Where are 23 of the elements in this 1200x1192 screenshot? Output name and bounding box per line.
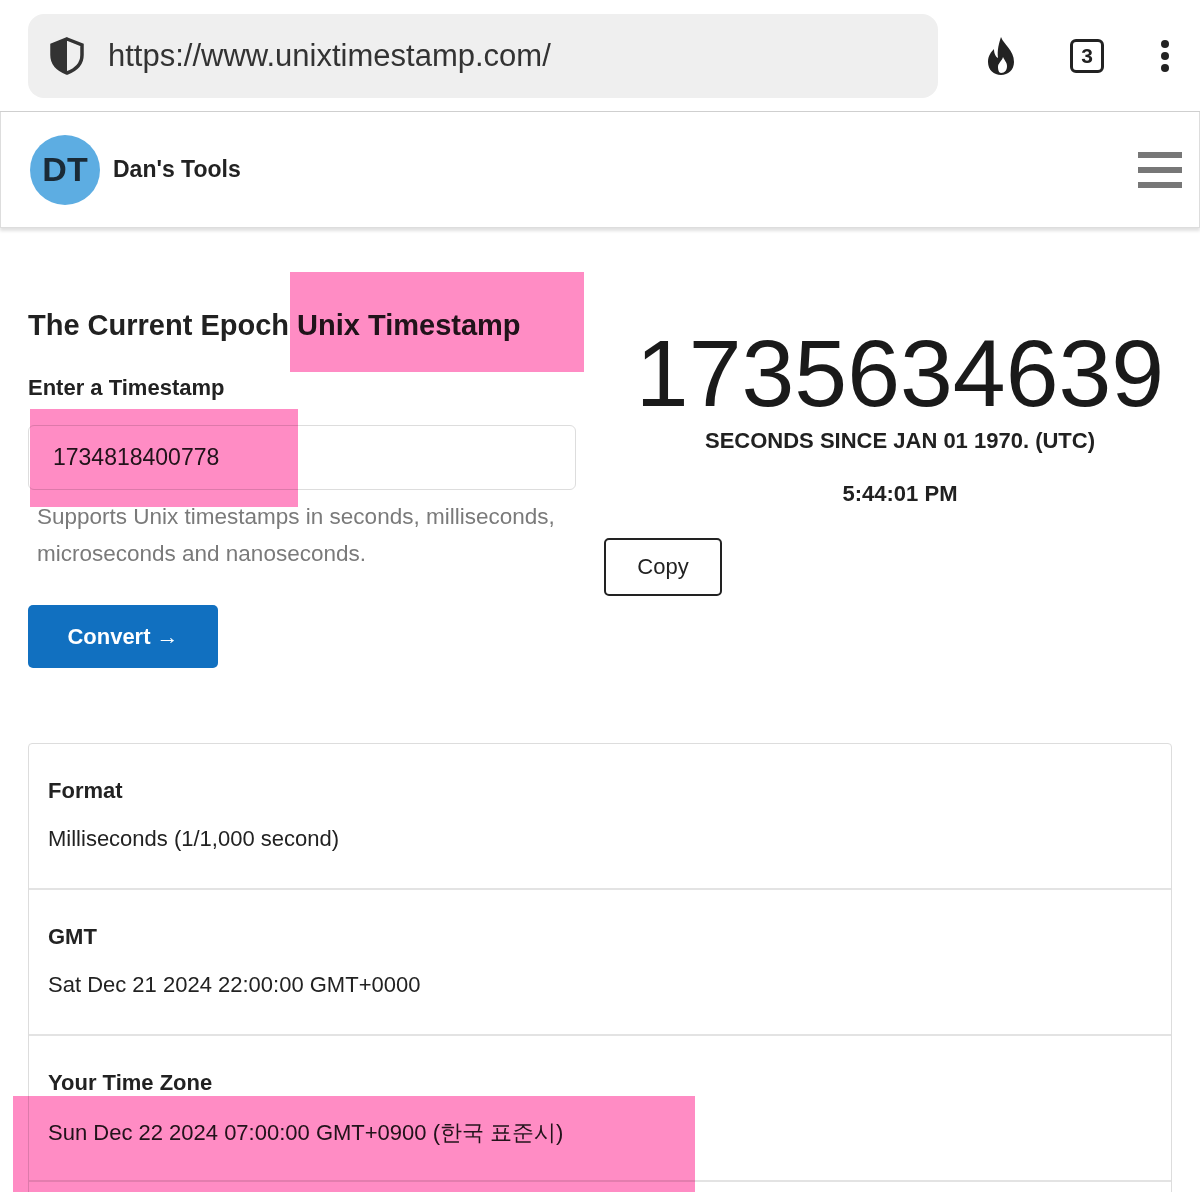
more-menu-icon[interactable] [1160, 38, 1170, 73]
current-timestamp: 1735634639 [635, 319, 1165, 428]
site-logo[interactable]: DT [30, 134, 100, 205]
menu-icon[interactable] [1138, 150, 1182, 189]
url-text[interactable]: https://www.unixtimestamp.com/ [108, 37, 551, 74]
page-heading: The Current Epoch Unix Timestamp [28, 308, 522, 342]
timestamp-input[interactable]: 1734818400778 [28, 425, 576, 490]
result-label: Format [48, 778, 124, 804]
input-label: Enter a Timestamp [28, 375, 226, 401]
site-name[interactable]: Dan's Tools [113, 156, 241, 183]
result-value: Sun Dec 22 2024 07:00:00 GMT+0900 (한국 표준시) [48, 1119, 564, 1147]
result-label: Your Time Zone [48, 1070, 214, 1096]
shield-icon[interactable] [48, 35, 86, 76]
help-text: Supports Unix timestamps in seconds, milliseconds, microseconds and nanoseconds. [37, 503, 556, 568]
convert-button[interactable]: Convert → [28, 605, 218, 668]
tab-count-button[interactable]: 3 [1070, 38, 1104, 73]
result-value: Milliseconds (1/1,000 second) [48, 826, 340, 852]
result-label: GMT [48, 924, 98, 950]
current-time: 5:44:01 PM [842, 481, 958, 507]
result-value: Sat Dec 21 2024 22:00:00 GMT+0000 [48, 972, 421, 998]
timestamp-caption: SECONDS SINCE JAN 01 1970. (UTC) [705, 428, 1095, 454]
copy-button[interactable]: Copy [604, 538, 722, 596]
address-bar[interactable]: https://www.unixtimestamp.com/ [28, 13, 938, 98]
